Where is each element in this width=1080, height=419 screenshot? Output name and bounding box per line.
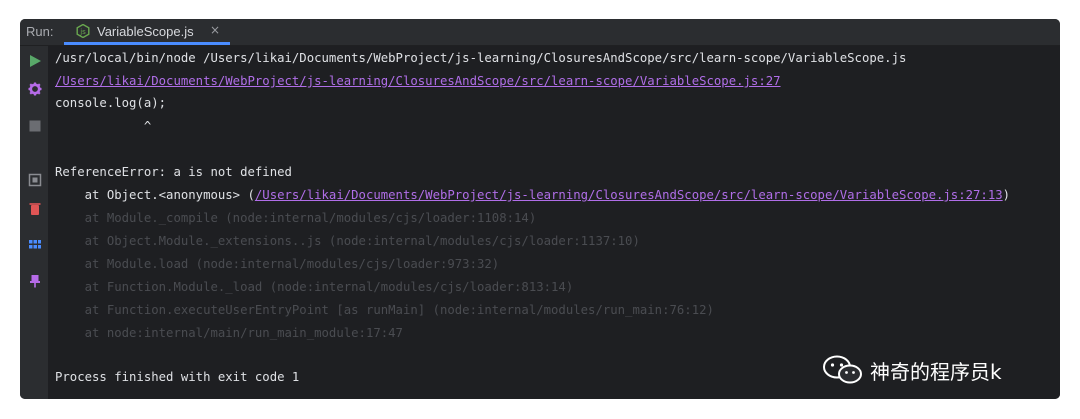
run-tabbar: Run: js VariableScope.js × [20,19,1060,46]
settings-icon[interactable] [28,82,42,96]
error-location-link[interactable]: /Users/likai/Documents/WebProject/js-lea… [55,74,781,88]
tab-variablescope[interactable]: js VariableScope.js × [64,19,230,45]
exit-status: Process finished with exit code 1 [55,370,300,384]
source-line: console.log(a); [55,96,167,110]
stack-frame-prefix: at Object.<anonymous> ( [55,188,255,202]
stack-frame: at Module._compile (node:internal/module… [55,211,537,225]
delete-icon[interactable] [28,202,42,216]
pin-icon[interactable] [28,274,42,288]
dump-icon[interactable] [28,173,42,187]
nodejs-icon: js [76,24,90,38]
console-output[interactable]: /usr/local/bin/node /Users/likai/Documen… [48,46,1060,399]
watermark-text: 神奇的程序员k [870,359,1002,384]
run-icon[interactable] [28,54,42,68]
svg-text:js: js [79,28,86,36]
caret-line: ^ [55,119,152,133]
stack-frame-first: at Object.<anonymous> (/Users/likai/Docu… [55,188,1010,202]
run-label: Run: [26,24,54,39]
watermark: 神奇的程序员k [822,352,1002,388]
stop-icon[interactable] [28,119,42,133]
stack-frame-link[interactable]: /Users/likai/Documents/WebProject/js-lea… [255,188,1003,202]
error-message: ReferenceError: a is not defined [55,165,292,179]
wechat-icon [823,355,862,384]
stack-frame: at Function.executeUserEntryPoint [as ru… [55,303,714,317]
run-toolbar [20,46,48,399]
stack-frame: at Object.Module._extensions..js (node:i… [55,234,640,248]
tab-active-indicator [64,42,230,45]
command-line: /usr/local/bin/node /Users/likai/Documen… [55,51,907,65]
stack-frame: at Module.load (node:internal/modules/cj… [55,257,500,271]
tab-title: VariableScope.js [97,24,194,39]
stack-frame: at node:internal/main/run_main_module:17… [55,326,403,340]
run-window: Run: js VariableScope.js × /usr/local/bi… [20,19,1060,399]
stack-frame-suffix: ) [1002,188,1011,202]
layout-icon[interactable] [28,238,42,252]
stack-frame: at Function.Module._load (node:internal/… [55,280,574,294]
close-icon[interactable]: × [210,23,220,37]
